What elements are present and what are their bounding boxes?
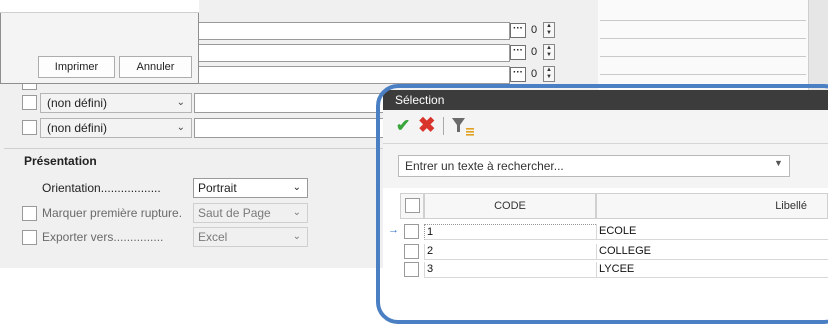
rupture-value: Saut de Page xyxy=(198,206,271,220)
search-input[interactable]: Entrer un texte à rechercher... xyxy=(398,155,790,177)
chevron-down-icon: ⌄ xyxy=(292,182,301,193)
export-value: Excel xyxy=(198,230,228,244)
spin-icon[interactable]: ▲ ▼ xyxy=(543,22,555,38)
chevron-down-icon: ⌄ xyxy=(176,122,185,133)
orientation-value: Portrait xyxy=(198,181,237,195)
export-select[interactable]: Excel ⌄ xyxy=(193,227,308,247)
filter-icon[interactable] xyxy=(451,117,475,137)
rupture-label: Marquer première rupture. xyxy=(42,206,183,220)
checkbox[interactable] xyxy=(22,84,37,90)
spin-icon[interactable]: ▲ ▼ xyxy=(543,66,555,82)
divider xyxy=(600,38,806,39)
row-checkbox[interactable] xyxy=(404,224,419,239)
chevron-down-icon: ⌄ xyxy=(292,207,301,218)
ellipsis-icon[interactable]: ··· xyxy=(510,45,526,60)
field-row[interactable] xyxy=(196,66,510,84)
divider xyxy=(600,56,806,57)
cell-code[interactable]: 3 xyxy=(424,262,596,278)
row-checkbox[interactable] xyxy=(404,244,419,259)
cancel-button[interactable]: Annuler xyxy=(119,56,192,78)
filter-checkbox[interactable] xyxy=(22,120,37,135)
row-number: 0 xyxy=(531,68,538,80)
print-dialog-content xyxy=(0,0,199,13)
cell-code[interactable]: 2 xyxy=(424,244,596,260)
filter-combo[interactable]: (non défini) ⌄ xyxy=(40,93,192,113)
divider xyxy=(600,20,806,21)
search-placeholder: Entrer un texte à rechercher... xyxy=(405,159,564,173)
filter-field[interactable] xyxy=(194,118,384,138)
filter-checkbox[interactable] xyxy=(22,95,37,110)
print-button[interactable]: Imprimer xyxy=(38,56,115,78)
row-number: 0 xyxy=(531,46,538,58)
cell-libelle[interactable]: COLLEGE xyxy=(596,244,828,260)
field-row[interactable] xyxy=(196,44,510,62)
cell-libelle[interactable]: LYCEE xyxy=(596,262,828,278)
export-label: Exporter vers............... xyxy=(42,230,164,244)
close-icon[interactable]: ✖ xyxy=(418,113,436,138)
select-all-header[interactable] xyxy=(400,193,424,219)
orientation-select[interactable]: Portrait ⌄ xyxy=(193,178,308,198)
chevron-down-icon: ⌄ xyxy=(292,231,301,242)
column-header-code[interactable]: CODE xyxy=(424,193,596,219)
export-checkbox[interactable] xyxy=(22,230,37,245)
row-number: 0 xyxy=(531,24,538,36)
chevron-down-icon: ⌄ xyxy=(176,97,185,108)
field-row[interactable] xyxy=(196,22,510,40)
cell-libelle[interactable]: ECOLE xyxy=(596,224,828,240)
ellipsis-icon[interactable]: ··· xyxy=(510,67,526,82)
selection-title: Sélection xyxy=(383,90,828,110)
rupture-checkbox[interactable] xyxy=(22,206,37,221)
ellipsis-icon[interactable]: ··· xyxy=(510,23,526,38)
chevron-down-icon[interactable]: ▼ xyxy=(774,158,783,168)
select-all-checkbox[interactable] xyxy=(405,198,420,213)
filter-field[interactable] xyxy=(194,93,384,113)
orientation-label: Orientation.................. xyxy=(42,181,161,195)
toolbar-divider xyxy=(443,117,444,135)
filter-value: (non défini) xyxy=(47,96,108,110)
filter-combo[interactable]: (non défini) ⌄ xyxy=(40,118,192,138)
filter-value: (non défini) xyxy=(47,121,108,135)
cell-code[interactable]: 1 xyxy=(424,224,596,240)
row-checkbox[interactable] xyxy=(404,262,419,277)
check-icon[interactable]: ✔ xyxy=(396,116,410,136)
column-header-libelle[interactable]: Libellé xyxy=(596,193,828,219)
row-pointer-icon: → xyxy=(388,224,399,236)
rupture-select[interactable]: Saut de Page ⌄ xyxy=(193,203,308,223)
divider xyxy=(600,74,806,75)
selection-toolbar xyxy=(383,110,828,144)
spin-icon[interactable]: ▲ ▼ xyxy=(543,44,555,60)
